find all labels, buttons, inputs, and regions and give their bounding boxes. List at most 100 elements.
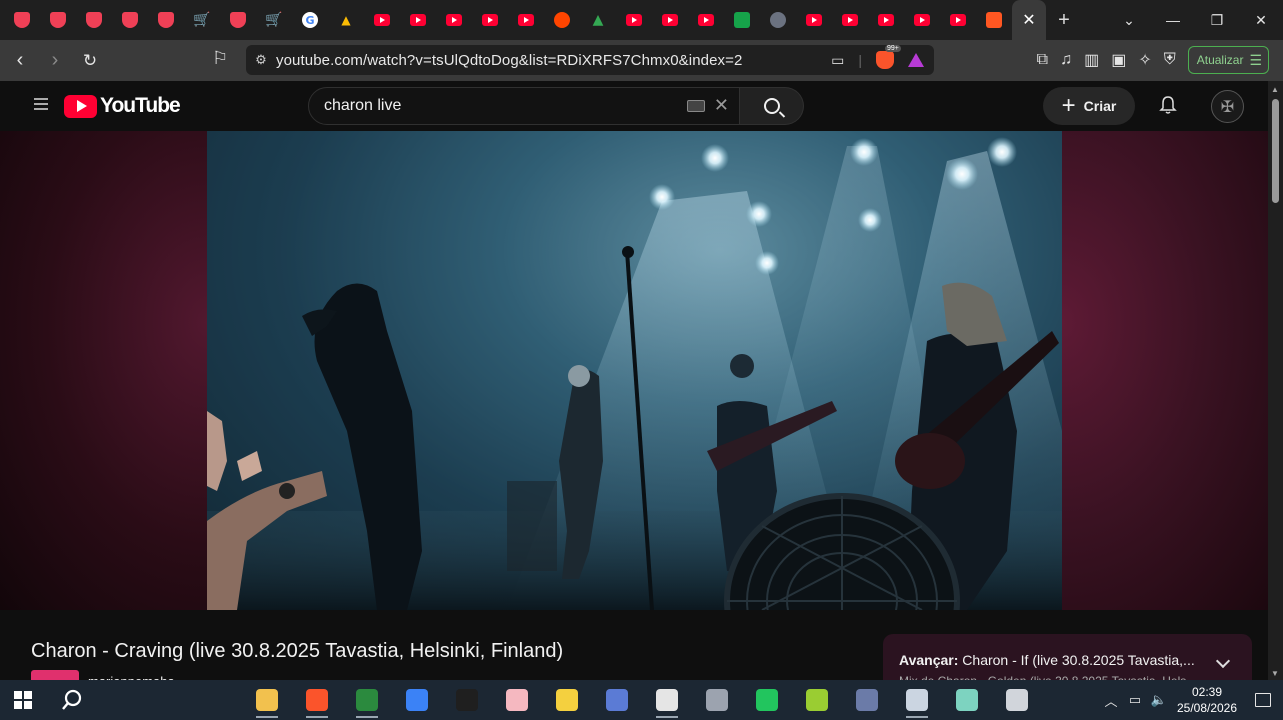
close-window-button[interactable]: ✕ xyxy=(1239,0,1283,40)
bookmark-icon[interactable]: ⚐ xyxy=(212,48,228,69)
reload-button[interactable]: ↻ xyxy=(75,46,105,76)
browser-tab[interactable] xyxy=(796,0,832,40)
back-button[interactable]: ‹ xyxy=(5,46,35,76)
browser-tab[interactable] xyxy=(220,0,256,40)
create-button[interactable]: + Criar xyxy=(1043,87,1135,125)
account-avatar[interactable]: ✠ xyxy=(1211,90,1244,123)
taskbar-app[interactable] xyxy=(792,680,842,720)
brave-shields-badge: 99+ xyxy=(885,45,901,52)
brave-rewards-icon[interactable] xyxy=(908,53,924,67)
youtube-icon xyxy=(518,14,534,26)
browser-tab[interactable]: 🛒 xyxy=(256,0,292,40)
taskbar-app[interactable] xyxy=(592,680,642,720)
browser-tab[interactable] xyxy=(760,0,796,40)
notifications-bell-icon[interactable] xyxy=(1158,95,1178,115)
browser-tab[interactable] xyxy=(940,0,976,40)
vpn-shield-icon[interactable]: ⛨ xyxy=(1164,51,1176,69)
cast-icon[interactable]: ▭ xyxy=(831,52,844,69)
network-icon[interactable]: ▭ xyxy=(1123,680,1147,720)
scroll-down-icon[interactable]: ▼ xyxy=(1271,669,1279,678)
tray-overflow-chevron-icon[interactable]: ︿ xyxy=(1099,680,1123,720)
browser-tab[interactable]: 🛒 xyxy=(184,0,220,40)
taskbar-search-icon[interactable] xyxy=(60,688,84,712)
browser-tab[interactable] xyxy=(364,0,400,40)
youtube-icon xyxy=(374,14,390,26)
taskbar-app[interactable] xyxy=(492,680,542,720)
taskbar-app[interactable] xyxy=(442,680,492,720)
taskbar-app[interactable] xyxy=(292,680,342,720)
browser-tab[interactable] xyxy=(976,0,1012,40)
browser-tab[interactable] xyxy=(616,0,652,40)
taskbar-app[interactable] xyxy=(542,680,592,720)
youtube-logo[interactable]: YouTube xyxy=(64,94,181,118)
browser-tab[interactable] xyxy=(472,0,508,40)
browser-tab[interactable]: ▲ xyxy=(580,0,616,40)
page-scrollbar[interactable]: ▲ ▼ xyxy=(1268,81,1283,680)
extensions-puzzle-icon[interactable]: ⧉ xyxy=(1037,51,1048,69)
scroll-up-icon[interactable]: ▲ xyxy=(1271,85,1279,94)
archive-icon xyxy=(806,689,828,711)
browser-tab[interactable] xyxy=(868,0,904,40)
windows-start-icon[interactable] xyxy=(14,691,32,709)
up-next-card[interactable]: Avançar: Charon - If (live 30.8.2025 Tav… xyxy=(883,634,1252,688)
brave-shields-icon[interactable]: 99+ xyxy=(876,45,901,69)
youtube-icon xyxy=(878,14,894,26)
url-text[interactable]: youtube.com/watch?v=tsUlQdtoDog&list=RDi… xyxy=(276,52,742,69)
browser-tab[interactable] xyxy=(508,0,544,40)
fox-mask-icon xyxy=(656,689,678,711)
browser-tab[interactable] xyxy=(652,0,688,40)
browser-tab[interactable] xyxy=(76,0,112,40)
taskbar-app[interactable] xyxy=(242,680,292,720)
taskbar-app[interactable] xyxy=(692,680,742,720)
search-input[interactable] xyxy=(324,97,684,115)
browser-tab[interactable] xyxy=(40,0,76,40)
browser-tab[interactable] xyxy=(832,0,868,40)
update-button[interactable]: Atualizar ☰ xyxy=(1187,46,1269,74)
restore-button[interactable]: ❐ xyxy=(1195,0,1239,40)
browser-tab[interactable] xyxy=(904,0,940,40)
video-player[interactable] xyxy=(207,131,1062,610)
browser-tab[interactable] xyxy=(724,0,760,40)
minimize-button[interactable]: — xyxy=(1151,0,1195,40)
chevron-down-icon[interactable] xyxy=(1215,653,1231,669)
guide-menu-icon[interactable] xyxy=(34,98,48,113)
keyboard-icon[interactable] xyxy=(687,100,705,112)
browser-tab[interactable]: ▲ xyxy=(328,0,364,40)
browser-tab[interactable] xyxy=(544,0,580,40)
active-tab-close-button[interactable]: ✕ xyxy=(1012,0,1046,40)
browser-tab[interactable] xyxy=(688,0,724,40)
pocket-icon xyxy=(86,12,102,28)
scroll-thumb[interactable] xyxy=(1272,99,1279,203)
leo-ai-icon[interactable]: ✧ xyxy=(1138,50,1151,70)
taskbar-app[interactable] xyxy=(642,680,692,720)
volume-icon[interactable]: 🔈 xyxy=(1147,680,1171,720)
search-button[interactable] xyxy=(740,87,804,125)
sidebar-toggle-icon[interactable]: ▥ xyxy=(1084,50,1099,70)
new-tab-button[interactable]: + xyxy=(1046,0,1082,40)
address-bar[interactable]: ⚙ youtube.com/watch?v=tsUlQdtoDog&list=R… xyxy=(246,45,934,75)
browser-tab[interactable] xyxy=(4,0,40,40)
browser-tab[interactable] xyxy=(400,0,436,40)
search-box: ✕ xyxy=(308,87,740,125)
file-explorer-icon xyxy=(256,689,278,711)
taskbar-app[interactable] xyxy=(392,680,442,720)
tab-search-chevron-icon[interactable]: ⌄ xyxy=(1107,0,1151,40)
taskbar-app[interactable] xyxy=(942,680,992,720)
browser-tab[interactable]: G xyxy=(292,0,328,40)
wallet-icon[interactable]: ▣ xyxy=(1111,50,1126,70)
taskbar-app[interactable] xyxy=(342,680,392,720)
browser-tab[interactable] xyxy=(112,0,148,40)
forward-button[interactable]: › xyxy=(40,46,70,76)
taskbar-app[interactable] xyxy=(742,680,792,720)
clear-search-icon[interactable]: ✕ xyxy=(714,95,729,116)
site-info-icon[interactable]: ⚙ xyxy=(246,52,276,68)
taskbar-app[interactable] xyxy=(992,680,1042,720)
gamepad-icon xyxy=(706,689,728,711)
browser-tab[interactable] xyxy=(148,0,184,40)
taskbar-app[interactable] xyxy=(842,680,892,720)
browser-tab[interactable] xyxy=(436,0,472,40)
media-music-icon[interactable]: ♫ xyxy=(1060,51,1072,69)
taskbar-app[interactable] xyxy=(892,680,942,720)
clock[interactable]: 02:39 25/08/2026 xyxy=(1171,684,1243,716)
notifications-icon[interactable] xyxy=(1243,680,1283,720)
